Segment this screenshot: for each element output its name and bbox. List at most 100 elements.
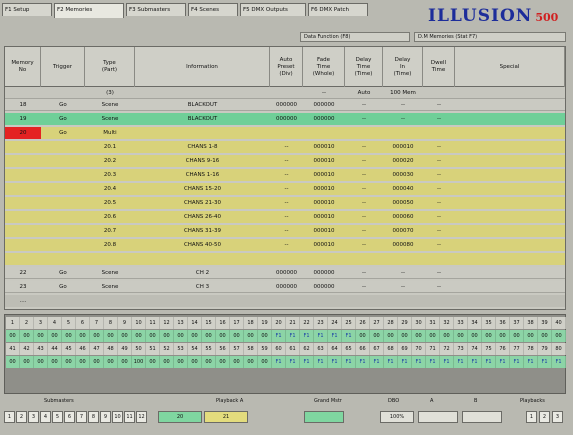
tab-6[interactable]: F6 DMX Patch (308, 3, 368, 16)
channel-level[interactable]: F1 (272, 330, 286, 342)
table-row[interactable]: 20.6 CHANS 26-40 -- 000010 -- 000060 -- (5, 211, 565, 223)
submaster-key[interactable]: 7 (76, 411, 87, 423)
channel-level[interactable]: 00 (244, 356, 258, 368)
channel-level[interactable]: 00 (20, 356, 34, 368)
channel-level[interactable]: 00 (104, 330, 118, 342)
channel-level[interactable]: F1 (300, 330, 314, 342)
channel-level[interactable]: F1 (384, 356, 398, 368)
table-row[interactable]: 23 Go Scene CH 3 000000 000000 -- -- -- (5, 281, 565, 293)
submaster-key[interactable]: 12 (136, 411, 147, 423)
table-row[interactable]: 20.3 CHANS 1-16 -- 000010 -- 000030 -- (5, 169, 565, 181)
channel-level[interactable]: 00 (34, 356, 48, 368)
playback-a-level-field[interactable] (418, 411, 458, 423)
channel-level[interactable]: 00 (426, 330, 440, 342)
channel-level[interactable]: 00 (524, 330, 538, 342)
table-row[interactable]: 22 Go Scene CH 2 000000 000000 -- -- -- (5, 267, 565, 279)
tab-2[interactable]: F2 Memories (54, 3, 124, 18)
submaster-key[interactable]: 6 (64, 411, 75, 423)
channel-level[interactable]: 00 (90, 356, 104, 368)
channel-level[interactable]: F1 (370, 356, 384, 368)
channel-level[interactable]: 00 (76, 356, 90, 368)
playback-b-field[interactable] (462, 411, 502, 423)
playback-a-field[interactable]: 21 (204, 411, 248, 423)
channel-level[interactable]: F1 (314, 330, 328, 342)
table-row[interactable]: 20.4 CHANS 15-20 -- 000010 -- 000040 -- (5, 183, 565, 195)
channel-level[interactable]: 00 (160, 356, 174, 368)
channel-level[interactable]: 00 (20, 330, 34, 342)
channel-level[interactable]: 00 (118, 330, 132, 342)
submaster-key[interactable]: 11 (124, 411, 135, 423)
channel-level[interactable]: F1 (468, 356, 482, 368)
playback-key[interactable]: 3 (552, 411, 563, 423)
channel-level[interactable]: 00 (104, 356, 118, 368)
channel-level[interactable]: 00 (6, 330, 20, 342)
submaster-key[interactable]: 8 (88, 411, 99, 423)
table-row[interactable]: 20.8 CHANS 40-50 -- 000010 -- 000080 -- (5, 239, 565, 251)
channel-level[interactable]: F1 (286, 356, 300, 368)
channel-level[interactable]: 00 (258, 356, 272, 368)
channel-level[interactable]: F1 (398, 356, 412, 368)
channel-level[interactable]: 00 (370, 330, 384, 342)
data-function-field[interactable]: Data Function (F8) (300, 32, 410, 42)
channel-level[interactable]: 00 (90, 330, 104, 342)
tab-4[interactable]: F4 Scenes (188, 3, 238, 16)
channel-level[interactable]: F1 (286, 330, 300, 342)
table-row[interactable]: 20.5 CHANS 21-30 -- 000010 -- 000050 -- (5, 197, 565, 209)
channel-level[interactable]: F1 (412, 356, 426, 368)
channel-level[interactable]: 00 (496, 330, 510, 342)
submaster-key[interactable]: 2 (16, 411, 27, 423)
table-row[interactable]: 20.7 CHANS 31-39 -- 000010 -- 000070 -- (5, 225, 565, 237)
playback-key[interactable]: 2 (539, 411, 550, 423)
channel-level[interactable]: F1 (496, 356, 510, 368)
dbo-field[interactable]: 100% (380, 411, 414, 423)
playback-a-field[interactable]: 20 (158, 411, 202, 423)
channel-level[interactable]: 00 (188, 330, 202, 342)
channel-level[interactable]: 00 (188, 356, 202, 368)
channel-level[interactable]: F1 (454, 356, 468, 368)
table-row[interactable]: .... (5, 295, 565, 307)
tab-1[interactable]: F1 Setup (2, 3, 52, 16)
channel-level[interactable]: 00 (482, 330, 496, 342)
table-row[interactable]: 20.1 CHANS 1-8 -- 000010 -- 000010 -- (5, 141, 565, 153)
channel-level[interactable]: 00 (384, 330, 398, 342)
table-row[interactable]: 20.2 CHANS 9-16 -- 000010 -- 000020 -- (5, 155, 565, 167)
channel-level[interactable]: 00 (48, 356, 62, 368)
channel-level[interactable]: 00 (412, 330, 426, 342)
channel-level[interactable]: F1 (342, 330, 356, 342)
channel-level[interactable]: 00 (216, 356, 230, 368)
tab-3[interactable]: F3 Submasters (126, 3, 186, 16)
channel-level[interactable]: 00 (146, 356, 160, 368)
channel-level[interactable]: F1 (426, 356, 440, 368)
submaster-key[interactable]: 9 (100, 411, 111, 423)
channel-level[interactable]: F1 (538, 356, 552, 368)
table-row[interactable]: 19 Go Scene BLACKOUT 000000 000000 -- -- -- (5, 113, 565, 125)
channel-level[interactable]: 00 (538, 330, 552, 342)
channel-level[interactable]: F1 (314, 356, 328, 368)
channel-level[interactable]: 00 (62, 356, 76, 368)
channel-level[interactable]: 00 (174, 330, 188, 342)
channel-level[interactable]: 00 (454, 330, 468, 342)
channel-level[interactable]: 00 (202, 356, 216, 368)
channel-level[interactable]: F1 (328, 356, 342, 368)
channel-level[interactable]: F1 (272, 356, 286, 368)
submaster-key[interactable]: 3 (28, 411, 39, 423)
submaster-key[interactable]: 5 (52, 411, 63, 423)
channel-level[interactable]: F1 (440, 356, 454, 368)
channel-level[interactable]: 100 (132, 356, 146, 368)
channel-level[interactable]: 00 (440, 330, 454, 342)
channel-level[interactable]: 00 (174, 356, 188, 368)
channel-level[interactable]: 00 (398, 330, 412, 342)
submaster-key[interactable]: 4 (40, 411, 51, 423)
memories-status-field[interactable]: D.M Memories (Stat F7) (414, 32, 566, 42)
submaster-key[interactable]: 10 (112, 411, 123, 423)
channel-level[interactable]: 00 (76, 330, 90, 342)
table-row[interactable] (5, 253, 565, 265)
channel-level[interactable]: 00 (356, 330, 370, 342)
channel-level[interactable]: 00 (468, 330, 482, 342)
channel-level[interactable]: 00 (160, 330, 174, 342)
channel-level[interactable]: 00 (118, 356, 132, 368)
channel-level[interactable]: 00 (34, 330, 48, 342)
tab-5[interactable]: F5 DMX Outputs (240, 3, 306, 16)
channel-level[interactable]: 00 (132, 330, 146, 342)
channel-level[interactable]: 00 (230, 330, 244, 342)
